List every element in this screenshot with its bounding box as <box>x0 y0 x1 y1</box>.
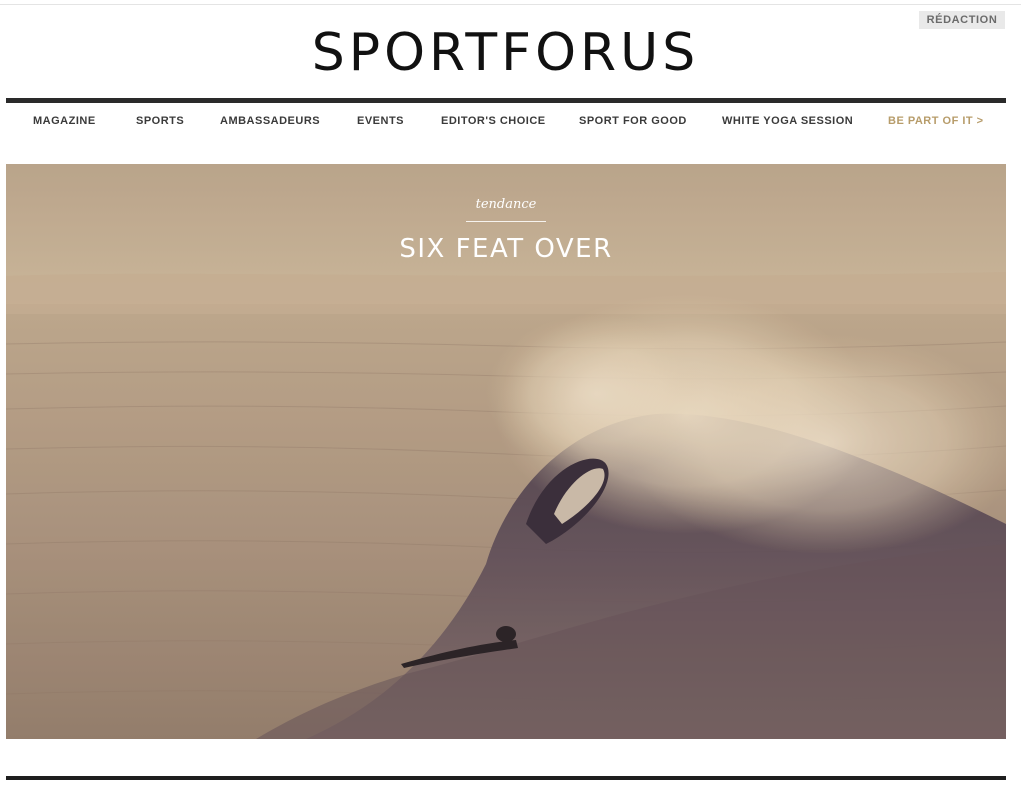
hero-kicker[interactable]: tendance <box>6 197 1006 212</box>
nav-item-sports[interactable]: SPORTS <box>136 103 184 141</box>
nav-item-be-part-of-it[interactable]: BE PART OF IT > <box>888 103 984 141</box>
top-rule <box>0 4 1021 5</box>
site-logo[interactable]: SPORTFORUS <box>0 22 1011 84</box>
nav-item-ambassadeurs[interactable]: AMBASSADEURS <box>220 103 320 141</box>
main-nav: MAGAZINE SPORTS AMBASSADEURS EVENTS EDIT… <box>6 103 1006 141</box>
kicker-divider <box>466 221 546 222</box>
hero-headline[interactable]: SIX FEAT OVER <box>6 234 1006 264</box>
nav-item-editors-choice[interactable]: EDITOR'S CHOICE <box>441 103 546 141</box>
hero-banner[interactable]: tendance SIX FEAT OVER <box>6 164 1006 739</box>
nav-item-magazine[interactable]: MAGAZINE <box>33 103 96 141</box>
nav-item-events[interactable]: EVENTS <box>357 103 404 141</box>
bottom-rule <box>6 776 1006 780</box>
nav-item-sport-for-good[interactable]: SPORT FOR GOOD <box>579 103 687 141</box>
nav-item-white-yoga-session[interactable]: WHITE YOGA SESSION <box>722 103 853 141</box>
